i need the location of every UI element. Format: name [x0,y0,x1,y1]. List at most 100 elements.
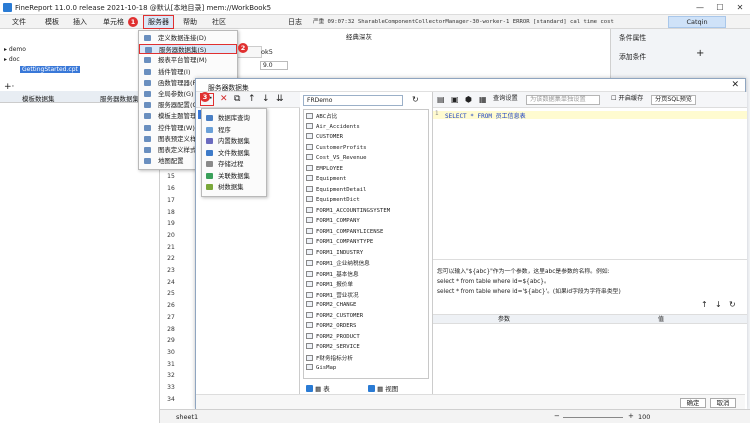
close-icon[interactable]: ✕ [730,0,750,15]
row-number[interactable]: 15 [160,173,182,180]
menu-server[interactable]: 服务器 [143,15,174,29]
query-settings-button[interactable]: 查询设置 [490,95,521,105]
menu-insert[interactable]: 插入 [73,17,87,27]
query-settings-select[interactable]: 为该数据集单独设置 [526,95,600,105]
table-item[interactable]: ABC占比 [306,112,337,120]
server-menu-item-plugin-manage[interactable]: 插件管理(I) [139,67,237,77]
table-item[interactable]: FORM2_ORDERS [306,322,356,329]
move-up-icon[interactable]: ↑ [248,94,256,105]
table-item[interactable]: Equipment [306,175,346,182]
tab-server-dataset[interactable]: 服务器数据集 [100,93,139,103]
sql-text[interactable]: SELECT * FROM 员工信息表 [445,111,526,120]
table-item[interactable]: EquipmentDict [306,196,360,203]
row-number[interactable]: 23 [160,267,182,274]
table-item[interactable]: FORM1_COMPANYLICENSE [306,227,383,235]
row-number[interactable]: 31 [160,361,182,368]
table-item[interactable]: Cost_VS_Revenue [306,154,367,161]
row-number[interactable]: 20 [160,232,182,239]
check-view-box[interactable] [368,385,375,392]
row-number[interactable]: 28 [160,326,182,333]
table-list[interactable]: ABC占比 Air_Accidents CUSTOMER CustomerProfit… [303,109,429,379]
datasource-select[interactable]: FRDemo [303,95,403,106]
menu-template[interactable]: 模板 [45,17,59,27]
enable-cache[interactable]: ☐ 开启缓存 [608,95,646,105]
maximize-icon[interactable]: ☐ [710,0,730,15]
menu-help[interactable]: 帮助 [183,17,197,27]
table-item[interactable]: FORM1_报价单 [306,280,353,288]
param-icon[interactable]: ▦ [479,94,487,105]
check-table[interactable]: ▦ 表 [306,383,330,393]
row-number[interactable]: 22 [160,255,182,262]
table-item[interactable]: GisMap [306,364,336,371]
row-number[interactable]: 17 [160,197,182,204]
hexagon-icon[interactable]: ⬢ [465,94,472,105]
dataset-type-db-query[interactable]: 数据库查询 [202,113,266,123]
server-menu-item-platform-manage[interactable]: 报表平台管理(M) [139,55,237,65]
dataset-type-related-dataset[interactable]: 关联数据集 [202,171,266,181]
delete-icon[interactable]: ✕ [220,94,228,105]
table-item[interactable]: F财务指标分析 [306,354,353,362]
dataset-type-stored-procedure[interactable]: 存储过程 [202,159,266,169]
tab-template-dataset[interactable]: 模板数据集 [22,93,55,103]
sort-icon[interactable]: ⇊ [276,94,284,105]
server-menu-item-define-connection[interactable]: 定义数据连接(D) [139,33,237,43]
zoom-slider[interactable] [563,417,623,418]
table-item[interactable]: FORM2_PRODUCT [306,332,360,340]
user-badge[interactable]: Catqin [668,16,726,28]
table-item[interactable]: FORM1_营业状况 [306,291,359,299]
row-number[interactable]: 29 [160,337,182,344]
row-number[interactable]: 32 [160,372,182,379]
row-number[interactable]: 24 [160,279,182,286]
menu-community[interactable]: 社区 [212,17,226,27]
param-refresh-icon[interactable]: ↻ [729,300,736,309]
param-down-icon[interactable]: ↓ [715,300,722,309]
tree-item-demo[interactable]: ▸ demo [4,46,26,53]
dialog-close-icon[interactable]: ✕ [731,80,739,90]
row-number[interactable]: 33 [160,384,182,391]
check-view[interactable]: ▦ 视图 [368,383,398,393]
table-item[interactable]: FORM1_INDUSTRY [306,248,363,256]
table-item[interactable]: EquipmentDetail [306,185,367,193]
dataset-type-file-dataset[interactable]: 文件数据集 [202,148,266,158]
table-item[interactable]: FORM1_COMPANY [306,217,360,224]
table-item[interactable]: FORM2_CHANGE [306,301,356,308]
row-number[interactable]: 34 [160,396,182,403]
refresh-icon[interactable]: ↻ [412,95,419,104]
table-item[interactable]: FORM1_基本信息 [306,270,359,278]
move-down-icon[interactable]: ↓ [262,94,270,105]
zoom-in-icon[interactable]: + [628,412,634,420]
sheet-tab[interactable]: sheet1 [176,413,198,421]
server-menu-item-server-dataset[interactable]: 服务器数据集(S) [139,44,237,55]
row-number[interactable]: 16 [160,185,182,192]
zoom-out-icon[interactable]: − [554,412,560,420]
table-item[interactable]: FORM1_COMPANYTYPE [306,238,373,245]
theme-label[interactable]: 经典深灰 [346,31,372,41]
dataset-type-builtin-dataset[interactable]: 内置数据集 [202,136,266,146]
check-table-box[interactable] [306,385,313,392]
table-item[interactable]: FORM2_CUSTOMER [306,311,363,319]
lock-icon[interactable]: ▣ [451,94,459,105]
table-item[interactable]: EMPLOYEE [306,164,343,172]
row-number[interactable]: 18 [160,209,182,216]
sql-editor[interactable]: 1 SELECT * FROM 员工信息表 [433,108,747,260]
table-item[interactable]: FORM2_SERVICE [306,343,360,350]
table-item[interactable]: Air_Accidents [306,122,360,130]
ok-button[interactable]: 确定 [680,398,706,408]
row-number[interactable]: 27 [160,314,182,321]
font-size-select[interactable]: 9.0 [260,61,288,70]
tree-item-gettingstarted[interactable]: GettingStarted.cpt [20,66,80,73]
row-number[interactable]: 30 [160,349,182,356]
table-item[interactable]: CustomerProfits [306,143,367,151]
param-up-icon[interactable]: ↑ [701,300,708,309]
cancel-button[interactable]: 取消 [710,398,736,408]
menu-file[interactable]: 文件 [12,17,26,27]
table-item[interactable]: CUSTOMER [306,133,343,140]
menu-cell[interactable]: 单元格 [103,17,124,27]
copy-icon[interactable]: ⧉ [234,94,240,105]
minimize-icon[interactable]: — [690,0,710,15]
preview-icon[interactable]: ▤ [437,94,445,105]
dataset-type-tree-dataset[interactable]: 树数据集 [202,182,266,192]
dataset-type-program[interactable]: 程序 [202,125,266,135]
table-item[interactable]: FORM1_ACCOUNTINGSYSTEM [306,206,390,214]
add-condition-icon[interactable]: + [696,48,704,59]
